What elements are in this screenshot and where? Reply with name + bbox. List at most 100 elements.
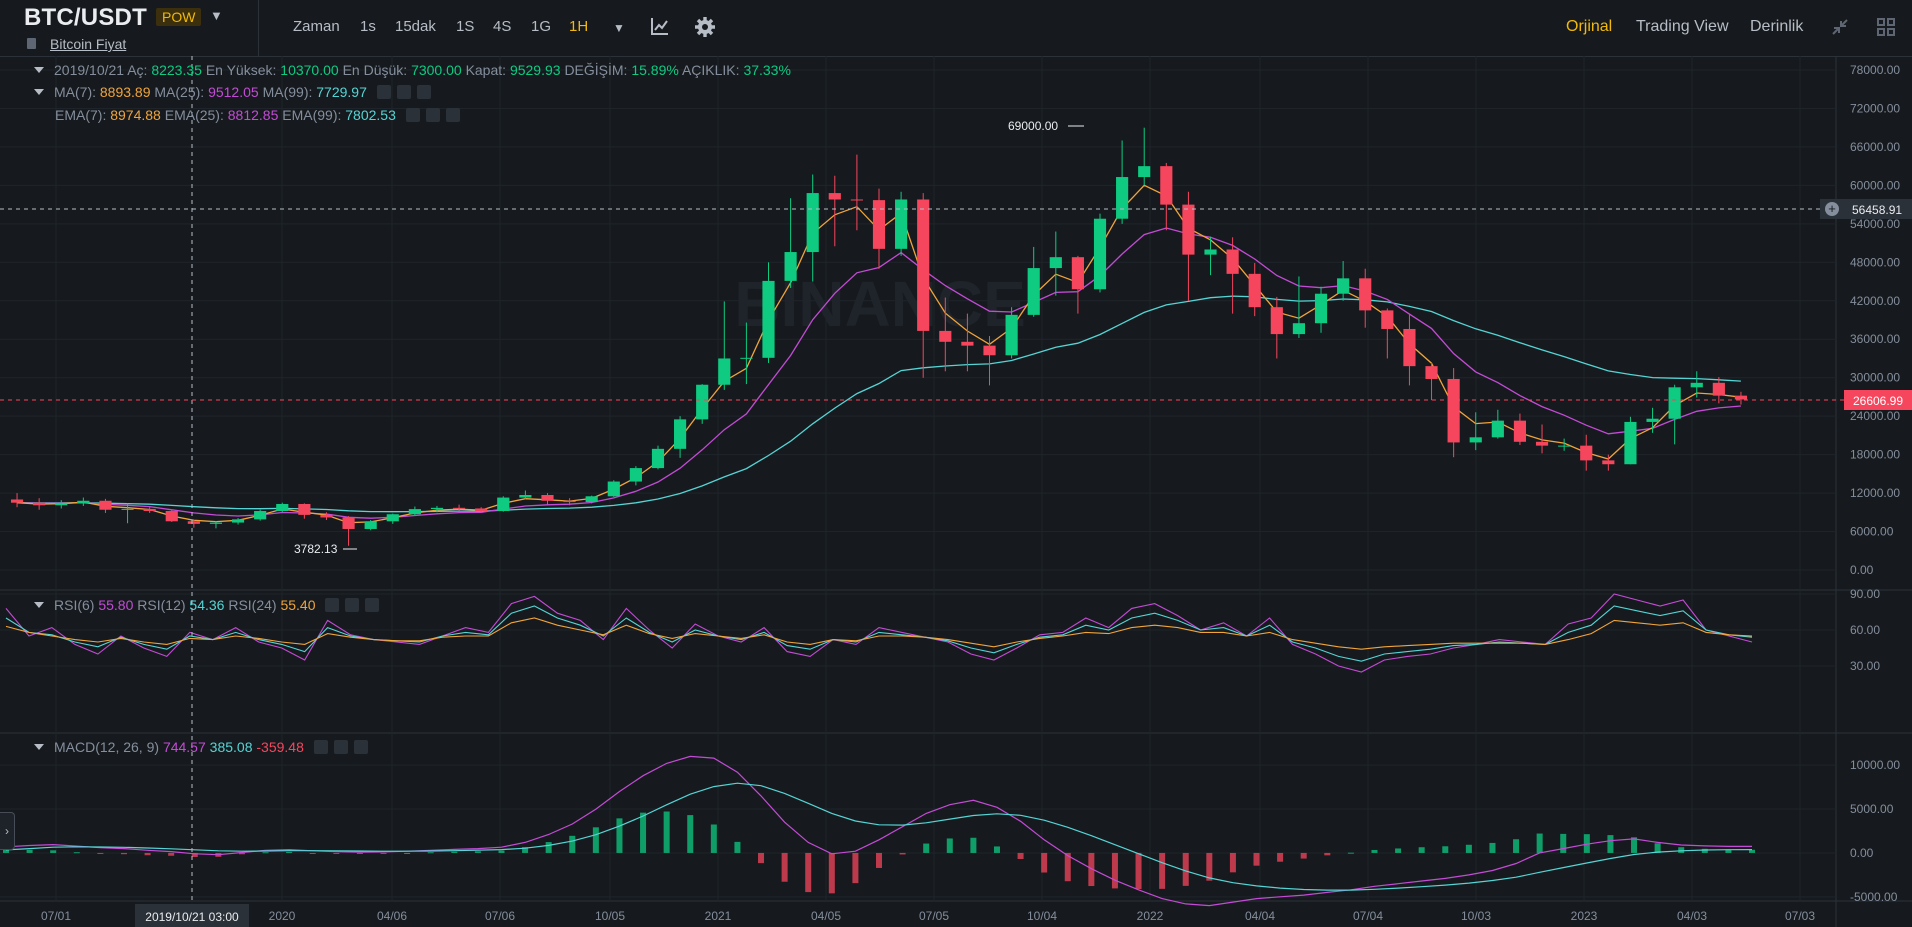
ema99-value: 7802.53 xyxy=(345,107,396,123)
candle-body xyxy=(1093,218,1107,290)
hide-indicator-icon[interactable] xyxy=(313,740,328,754)
expand-sidebar-handle[interactable]: › xyxy=(0,812,15,850)
collapse-arrow-icon[interactable] xyxy=(34,602,44,608)
macd-hist-bar xyxy=(1159,852,1166,889)
timeframe-4S[interactable]: 4S xyxy=(493,18,511,35)
macd-hist-bar xyxy=(1041,852,1048,873)
timeframe-15dak[interactable]: 15dak xyxy=(395,18,436,35)
ema-legend: EMA(7): 8974.88 EMA(25): 8812.85 EMA(99)… xyxy=(55,107,460,123)
view-tradingview-tab[interactable]: Trading View xyxy=(1636,18,1729,36)
macd-hist-bar xyxy=(26,849,33,853)
timeframe-1S[interactable]: 1S xyxy=(456,18,474,35)
macd-hist-bar xyxy=(828,852,835,894)
price-tick-label: 78000.00 xyxy=(1850,63,1900,77)
macd-hist-bar xyxy=(1418,847,1425,853)
timeframe-dropdown-icon[interactable]: ▼ xyxy=(613,21,625,35)
rsi12-value: 54.36 xyxy=(189,597,225,613)
macd-hist-bar xyxy=(1678,847,1685,853)
candle-body xyxy=(342,517,355,529)
candle-body xyxy=(983,345,996,356)
candle-body xyxy=(872,200,886,249)
time-tick-label: 04/04 xyxy=(1245,909,1275,923)
candle-body xyxy=(1513,420,1527,442)
high-annotation: 69000.00 xyxy=(1008,119,1058,133)
time-tick-label: 2023 xyxy=(1571,909,1598,923)
time-tick-label: 04/05 xyxy=(811,909,841,923)
hide-indicator-icon[interactable] xyxy=(405,108,420,122)
macd-hist-bar xyxy=(168,852,175,856)
view-original-tab[interactable]: Orjinal xyxy=(1566,18,1612,36)
collapse-arrow-icon[interactable] xyxy=(34,67,44,73)
collapse-arrow-icon[interactable] xyxy=(34,744,44,750)
macd-tick-label: 5000.00 xyxy=(1850,802,1894,816)
low-label: En Düşük: xyxy=(342,62,408,78)
chart-type-icon[interactable] xyxy=(650,16,670,36)
macd-hist-bar xyxy=(1300,852,1307,859)
settings-icon[interactable] xyxy=(694,16,716,38)
macd-label: MACD(12, 26, 9) xyxy=(54,739,160,755)
timeframe-1G[interactable]: 1G xyxy=(531,18,551,35)
candle-body xyxy=(1535,441,1549,446)
indicator-settings-icon[interactable] xyxy=(425,108,440,122)
macd-hist-bar xyxy=(640,812,647,853)
ema99-label: EMA(99): xyxy=(282,107,342,123)
close-indicator-icon[interactable] xyxy=(353,740,368,754)
ema7-label: EMA(7): xyxy=(55,107,107,123)
candle-body xyxy=(165,511,178,522)
candle-body xyxy=(762,280,775,358)
symbol-info-link[interactable]: Bitcoin Fiyat xyxy=(50,36,126,52)
grid-layout-icon[interactable] xyxy=(1876,17,1896,37)
price-chart-canvas[interactable]: BINANCE 78000.0072000.0066000.0060000.00… xyxy=(0,56,1912,927)
indicator-settings-icon[interactable] xyxy=(396,85,411,99)
candle-body xyxy=(33,502,46,506)
ema25-label: EMA(25): xyxy=(164,107,224,123)
hide-indicator-icon[interactable] xyxy=(325,598,340,612)
candle-body xyxy=(718,358,731,385)
macd-hist-bar xyxy=(663,811,670,853)
collapse-arrow-icon[interactable] xyxy=(34,89,44,95)
macd-hist-bar xyxy=(380,852,387,854)
macd-hist-bar xyxy=(1135,852,1142,890)
macd-hist-bar xyxy=(1442,846,1449,853)
price-tick-label: 6000.00 xyxy=(1850,525,1894,539)
candle-body xyxy=(1027,268,1040,315)
timeframe-1s[interactable]: 1s xyxy=(360,18,376,35)
macd-hist-bar xyxy=(876,852,882,868)
macd-hist-bar xyxy=(1607,835,1614,853)
candle-body xyxy=(1624,421,1637,465)
candle-body xyxy=(1447,378,1460,443)
chevron-down-icon[interactable]: ▼ xyxy=(210,8,223,23)
price-tick-label: 66000.00 xyxy=(1850,140,1900,154)
macd-tick-label: -5000.00 xyxy=(1850,890,1898,904)
collapse-icon[interactable] xyxy=(1830,17,1850,37)
price-tick-label: 60000.00 xyxy=(1850,178,1900,192)
timeframe-1H[interactable]: 1H xyxy=(569,18,588,35)
macd-hist-bar xyxy=(1017,852,1024,860)
candle-body xyxy=(1734,395,1748,400)
candle-body xyxy=(828,193,841,200)
macd-hist-bar xyxy=(1536,833,1543,853)
macd-hist-bar xyxy=(451,851,458,853)
macd-hist-bar xyxy=(1395,848,1402,853)
candle-body xyxy=(475,508,488,512)
close-indicator-icon[interactable] xyxy=(365,598,380,612)
macd-hist-bar xyxy=(262,852,269,854)
rsi6-value: 55.80 xyxy=(98,597,134,613)
indicator-settings-icon[interactable] xyxy=(333,740,348,754)
low-annotation: 3782.13 xyxy=(294,542,338,556)
close-indicator-icon[interactable] xyxy=(445,108,460,122)
high-label: En Yüksek: xyxy=(205,62,277,78)
close-indicator-icon[interactable] xyxy=(416,85,431,99)
view-depth-tab[interactable]: Derinlik xyxy=(1750,18,1803,36)
hide-indicator-icon[interactable] xyxy=(376,85,391,99)
candle-body xyxy=(1160,166,1173,205)
rsi6-label: RSI(6) xyxy=(54,597,95,613)
low-value: 7300.00 xyxy=(411,62,462,78)
macd-hist-bar xyxy=(309,852,316,854)
macd-hist-bar xyxy=(1489,842,1496,853)
candle-body xyxy=(254,511,267,520)
indicator-settings-icon[interactable] xyxy=(345,598,360,612)
candle-body xyxy=(1138,166,1151,178)
candle-body xyxy=(364,521,377,529)
symbol-title[interactable]: BTC/USDT xyxy=(24,4,147,32)
